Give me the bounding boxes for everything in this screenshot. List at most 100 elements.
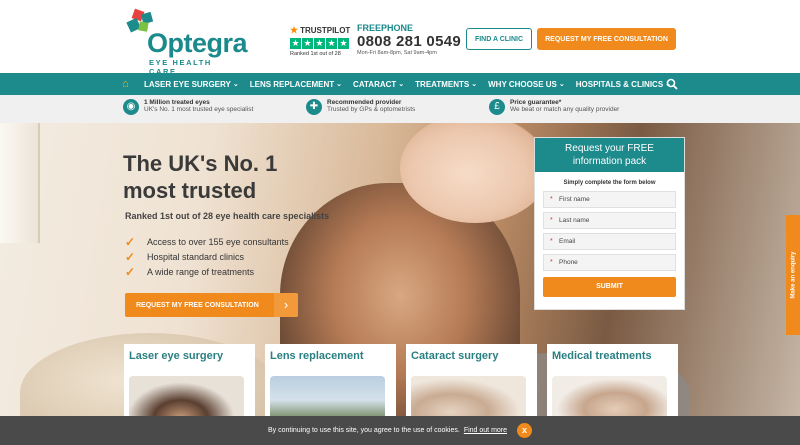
nav-item-laser-eye-surgery[interactable]: LASER EYE SURGERY ⌄ — [144, 80, 239, 89]
chevron-down-icon: ⌄ — [558, 81, 565, 88]
usp-item-treated-eyes: ◉ 1 Million treated eyes UK's No. 1 most … — [123, 99, 253, 115]
first-name-input[interactable] — [559, 196, 669, 203]
list-item: ✓ Hospital standard clinics — [125, 249, 289, 264]
home-icon[interactable]: ⌂ — [122, 78, 134, 90]
trustpilot-star-icon: ★ — [290, 25, 299, 35]
card-title: Laser eye surgery — [129, 350, 224, 362]
star-icon: ★ — [326, 38, 337, 49]
card-medical-treatments[interactable]: Medical treatments — [547, 344, 678, 424]
benefit-text: Access to over 155 eye consultants — [147, 236, 289, 247]
email-input[interactable] — [559, 238, 669, 245]
usp-sub: We beat or match any quality provider — [510, 106, 620, 113]
form-title-line1: Request your FREE — [565, 143, 654, 154]
trustpilot-brand: TRUSTPILOT — [300, 26, 351, 35]
nav-items: LASER EYE SURGERY ⌄ LENS REPLACEMENT ⌄ CAT… — [144, 73, 682, 95]
nav-item-label: LASER EYE SURGERY — [144, 79, 231, 89]
hero-photo-window — [0, 123, 40, 243]
submit-button[interactable]: SUBMIT — [543, 277, 676, 297]
hero-heading: The UK's No. 1 most trusted — [123, 150, 383, 204]
eye-icon: ◉ — [123, 99, 139, 115]
phone-block: FREEPHONE 0808 281 0549 Mon-Fri 8am-8pm,… — [357, 23, 461, 56]
trustpilot-stars: ★ ★ ★ ★ ★ — [290, 38, 350, 49]
search-icon[interactable] — [666, 78, 678, 90]
required-asterisk: * — [550, 259, 553, 266]
form-intro: Simply complete the form below — [563, 180, 656, 186]
usp-bar: ◉ 1 Million treated eyes UK's No. 1 most … — [0, 95, 800, 123]
list-item: ✓ Access to over 155 eye consultants — [125, 234, 289, 249]
required-asterisk: * — [550, 217, 553, 224]
trustpilot-rank: Ranked 1st out of 28 — [290, 51, 341, 57]
star-icon: ★ — [290, 38, 301, 49]
close-icon[interactable]: x — [517, 423, 533, 438]
nav-item-hospitals-clinics[interactable]: HOSPITALS & CLINICS ⌄ — [576, 80, 671, 89]
nav-item-why-choose-us[interactable]: WHY CHOOSE US ⌄ — [488, 80, 565, 89]
card-laser-eye-surgery[interactable]: Laser eye surgery — [124, 344, 255, 424]
main-nav: ⌂ LASER EYE SURGERY ⌄ LENS REPLACEMENT ⌄ C… — [0, 73, 800, 95]
chevron-right-icon: › — [274, 293, 298, 317]
required-asterisk: * — [550, 238, 553, 245]
nav-item-cataract[interactable]: CATARACT ⌄ — [353, 80, 404, 89]
chevron-down-icon: ⌄ — [398, 81, 405, 88]
list-item: ✓ A wide range of treatments — [125, 264, 289, 279]
usp-title: Recommended provider — [327, 99, 402, 106]
hero-consultation-button[interactable]: REQUEST MY FREE CONSULTATION › — [125, 293, 298, 317]
hero-heading-line1: The UK's No. 1 — [123, 151, 278, 176]
benefit-text: Hospital standard clinics — [147, 251, 245, 262]
cookie-text: By continuing to use this site, you agre… — [267, 427, 460, 434]
last-name-field[interactable]: * — [543, 212, 676, 229]
phone-label: FREEPHONE — [357, 23, 414, 33]
cookie-find-out-more-link[interactable]: Find out more — [464, 427, 507, 434]
star-icon: ★ — [314, 38, 325, 49]
card-title: Cataract surgery — [411, 350, 499, 362]
star-icon: ★ — [338, 38, 349, 49]
usp-title: 1 Million treated eyes — [144, 99, 210, 106]
form-title-line2: information pack — [572, 156, 647, 167]
nav-item-label: WHY CHOOSE US — [488, 79, 557, 89]
email-field[interactable]: * — [543, 233, 676, 250]
chevron-down-icon: ⌄ — [471, 81, 478, 88]
hero-rank: Ranked 1st out of 28 eye health care spe… — [125, 211, 330, 221]
phone-field[interactable]: * — [543, 254, 676, 271]
phone-number[interactable]: 0808 281 0549 — [357, 33, 461, 50]
request-consultation-button[interactable]: REQUEST MY FREE CONSULTATION — [537, 28, 676, 50]
required-asterisk: * — [550, 196, 553, 203]
last-name-input[interactable] — [559, 217, 669, 224]
card-title: Lens replacement — [270, 350, 364, 362]
nav-item-label: LENS REPLACEMENT — [249, 79, 335, 89]
cookie-banner: By continuing to use this site, you agre… — [0, 416, 800, 445]
usp-sub: UK's No. 1 most trusted eye specialist — [144, 106, 254, 113]
enquiry-label: Make an enquiry — [790, 251, 797, 299]
nav-item-lens-replacement[interactable]: LENS REPLACEMENT ⌄ — [250, 80, 342, 89]
usp-title: Price guarantee* — [510, 99, 562, 106]
nav-item-label: HOSPITALS & CLINICS — [575, 79, 664, 89]
info-pack-form: Request your FREE information pack Simpl… — [534, 137, 685, 310]
doctor-icon: ✚ — [306, 99, 322, 115]
site-header: Optegra EYE HEALTH CARE ★ TRUSTPILOT ★ ★ ★ ★… — [0, 0, 800, 76]
check-icon: ✓ — [125, 234, 136, 249]
form-header: Request your FREE information pack — [535, 138, 684, 172]
star-icon: ★ — [302, 38, 313, 49]
usp-item-price-guarantee: £ Price guarantee* We beat or match any q… — [489, 99, 619, 115]
logo-wordmark: Optegra — [147, 28, 248, 58]
nav-item-label: CATARACT — [353, 79, 397, 89]
card-cataract-surgery[interactable]: Cataract surgery — [406, 344, 537, 424]
first-name-field[interactable]: * — [543, 191, 676, 208]
phone-hours: Mon-Fri 8am-8pm, Sat 9am-4pm — [357, 50, 437, 56]
optegra-logo[interactable]: Optegra EYE HEALTH CARE — [125, 8, 248, 76]
card-lens-replacement[interactable]: Lens replacement — [265, 344, 396, 424]
hero-cta-label: REQUEST MY FREE CONSULTATION — [136, 301, 259, 309]
treatment-cards: Laser eye surgery Lens replacement Catar… — [124, 344, 678, 424]
hero-heading-line2: most trusted — [123, 178, 257, 203]
usp-sub: Trusted by GPs & optometrists — [327, 106, 416, 113]
trustpilot-badge[interactable]: ★ TRUSTPILOT ★ ★ ★ ★ ★ Ranked 1st out of 28 — [290, 25, 350, 57]
check-icon: ✓ — [125, 249, 136, 264]
phone-input[interactable] — [559, 259, 669, 266]
chevron-down-icon: ⌄ — [336, 81, 343, 88]
make-enquiry-tab[interactable]: Make an enquiry — [786, 215, 800, 335]
card-title: Medical treatments — [552, 350, 652, 362]
benefit-text: A wide range of treatments — [147, 266, 255, 277]
find-clinic-button[interactable]: FIND A CLINIC — [466, 28, 532, 50]
nav-item-treatments[interactable]: TREATMENTS ⌄ — [415, 80, 477, 89]
chevron-down-icon: ⌄ — [232, 81, 239, 88]
check-icon: ✓ — [125, 264, 136, 279]
